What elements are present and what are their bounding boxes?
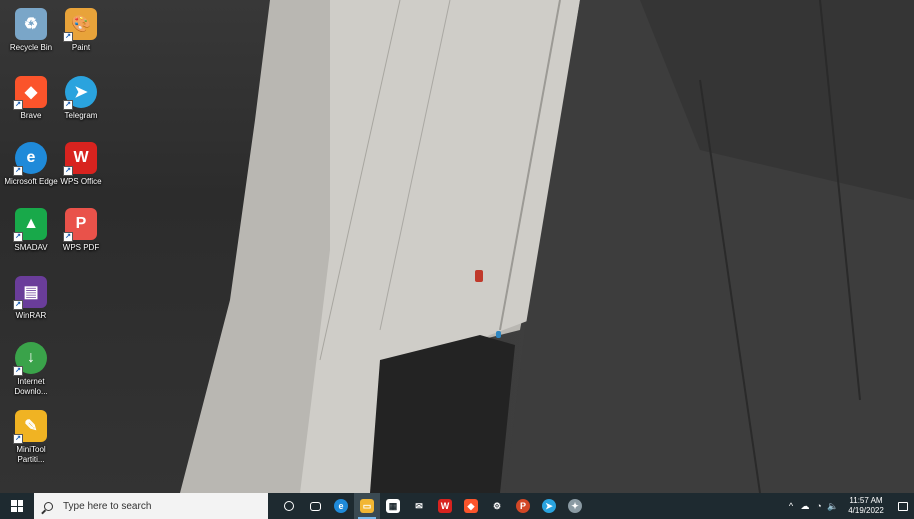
desktop-icon-wps-pdf[interactable]: P ↗ WPS PDF [53, 208, 109, 253]
wps-office-icon: W ↗ [63, 142, 97, 176]
notification-button[interactable] [892, 493, 914, 519]
powerpoint-icon: P [516, 499, 530, 513]
taskbar-apps: e ▭ ▦ ✉ W ◆ ⚙ P ➤ ✦ [276, 493, 588, 519]
telegram-taskbar-icon: ➤ [542, 499, 556, 513]
search-settings-button[interactable]: ⚙ [484, 493, 510, 519]
network-icon[interactable]: ◔ [812, 493, 826, 519]
brave-taskbar-button[interactable]: ◆ [458, 493, 484, 519]
start-button[interactable] [0, 493, 34, 519]
search-icon [44, 501, 53, 511]
edge-icon: e ↗ [13, 142, 47, 176]
file-explorer-button[interactable]: ▭ [354, 493, 380, 519]
winrar-icon: ▤ ↗ [13, 276, 47, 310]
desktop-icon-label: Internet Downlo... [14, 377, 48, 396]
desktop-icon-label: Recycle Bin [9, 43, 53, 52]
taskbar-search-box[interactable]: Type here to search [34, 493, 268, 519]
telegram-icon: ➤ ↗ [63, 76, 97, 110]
desktop-icon-paint[interactable]: 🎨 ↗ Paint [53, 8, 109, 53]
desktop-icon-label: Microsoft Edge [4, 177, 58, 186]
search-placeholder: Type here to search [63, 500, 152, 512]
desktop-icon-label: WPS Office [60, 177, 102, 186]
wps-taskbar-button[interactable]: W [432, 493, 458, 519]
brave-taskbar-icon: ◆ [464, 499, 478, 513]
powerpoint-button[interactable]: P [510, 493, 536, 519]
wps-taskbar-icon: W [438, 499, 452, 513]
file-explorer-icon: ▭ [360, 499, 374, 513]
climber-blue [496, 331, 501, 338]
desktop-icon-edge[interactable]: e ↗ Microsoft Edge [3, 142, 59, 187]
paint-taskbar-icon: ✦ [568, 499, 582, 513]
desktop-icon-label: WPS PDF [62, 243, 100, 252]
recycle-bin-icon: ♻ [15, 8, 47, 40]
desktop-icon-label: MiniTool Partiti... [16, 445, 46, 464]
taskbar: Type here to search e ▭ ▦ ✉ W ◆ ⚙ P ➤ ✦ … [0, 493, 914, 519]
brave-icon: ◆ ↗ [13, 76, 47, 110]
task-view-button[interactable] [302, 493, 328, 519]
desktop-icon-label: Brave [20, 111, 42, 120]
desktop-icon-internet-download-manager[interactable]: ↓ ↗ Internet Downlo... [3, 342, 59, 397]
desktop-icon-label: SMADAV [14, 243, 48, 252]
desktop-icon-telegram[interactable]: ➤ ↗ Telegram [53, 76, 109, 121]
notification-icon [898, 501, 908, 511]
desktop-icon-wps-office[interactable]: W ↗ WPS Office [53, 142, 109, 187]
clock[interactable]: 11:57 AM 4/19/2022 [840, 496, 892, 516]
desktop-icon-winrar[interactable]: ▤ ↗ WinRAR [3, 276, 59, 321]
desktop-icons: ♻ Recycle Bin 🎨 ↗ Paint ◆ ↗ Brave ➤ ↗ Teleg… [0, 0, 120, 493]
smadav-icon: ▲ ↗ [13, 208, 47, 242]
paint-taskbar-button[interactable]: ✦ [562, 493, 588, 519]
desktop-icon-brave[interactable]: ◆ ↗ Brave [3, 76, 59, 121]
store-icon: ▦ [386, 499, 400, 513]
windows-logo-icon [11, 500, 23, 512]
clock-date: 4/19/2022 [848, 506, 884, 515]
desktop-icon-label: Telegram [64, 111, 98, 120]
telegram-taskbar-button[interactable]: ➤ [536, 493, 562, 519]
cortana-button[interactable] [276, 493, 302, 519]
paint-icon: 🎨 ↗ [63, 8, 97, 42]
volume-icon[interactable]: 🔈 [826, 493, 840, 519]
desktop-icon-smadav[interactable]: ▲ ↗ SMADAV [3, 208, 59, 253]
desktop-wallpaper [0, 0, 914, 493]
climber-red [475, 270, 483, 282]
mail-button[interactable]: ✉ [406, 493, 432, 519]
internet-download-manager-icon: ↓ ↗ [13, 342, 47, 376]
wallpaper-rock-slab [180, 0, 914, 493]
edge-taskbar-button[interactable]: e [328, 493, 354, 519]
cortana-icon [284, 501, 294, 511]
system-tray: ^ ☁ ◔ 🔈 11:57 AM 4/19/2022 [784, 493, 914, 519]
mail-icon: ✉ [415, 500, 423, 511]
desktop-icon-label: Paint [71, 43, 91, 52]
minitool-partition-icon: ✎ ↗ [13, 410, 47, 444]
task-view-icon [309, 501, 321, 511]
onedrive-icon[interactable]: ☁ [798, 493, 812, 519]
desktop-icon-recycle-bin[interactable]: ♻ Recycle Bin [3, 8, 59, 53]
settings-search-icon: ⚙ [492, 500, 502, 511]
desktop-icon-label: WinRAR [15, 311, 47, 320]
store-button[interactable]: ▦ [380, 493, 406, 519]
edge-taskbar-icon: e [334, 499, 348, 513]
wps-pdf-icon: P ↗ [63, 208, 97, 242]
clock-time: 11:57 AM [849, 496, 883, 505]
desktop-icon-minitool[interactable]: ✎ ↗ MiniTool Partiti... [3, 410, 59, 465]
chevron-up-icon[interactable]: ^ [784, 493, 798, 519]
